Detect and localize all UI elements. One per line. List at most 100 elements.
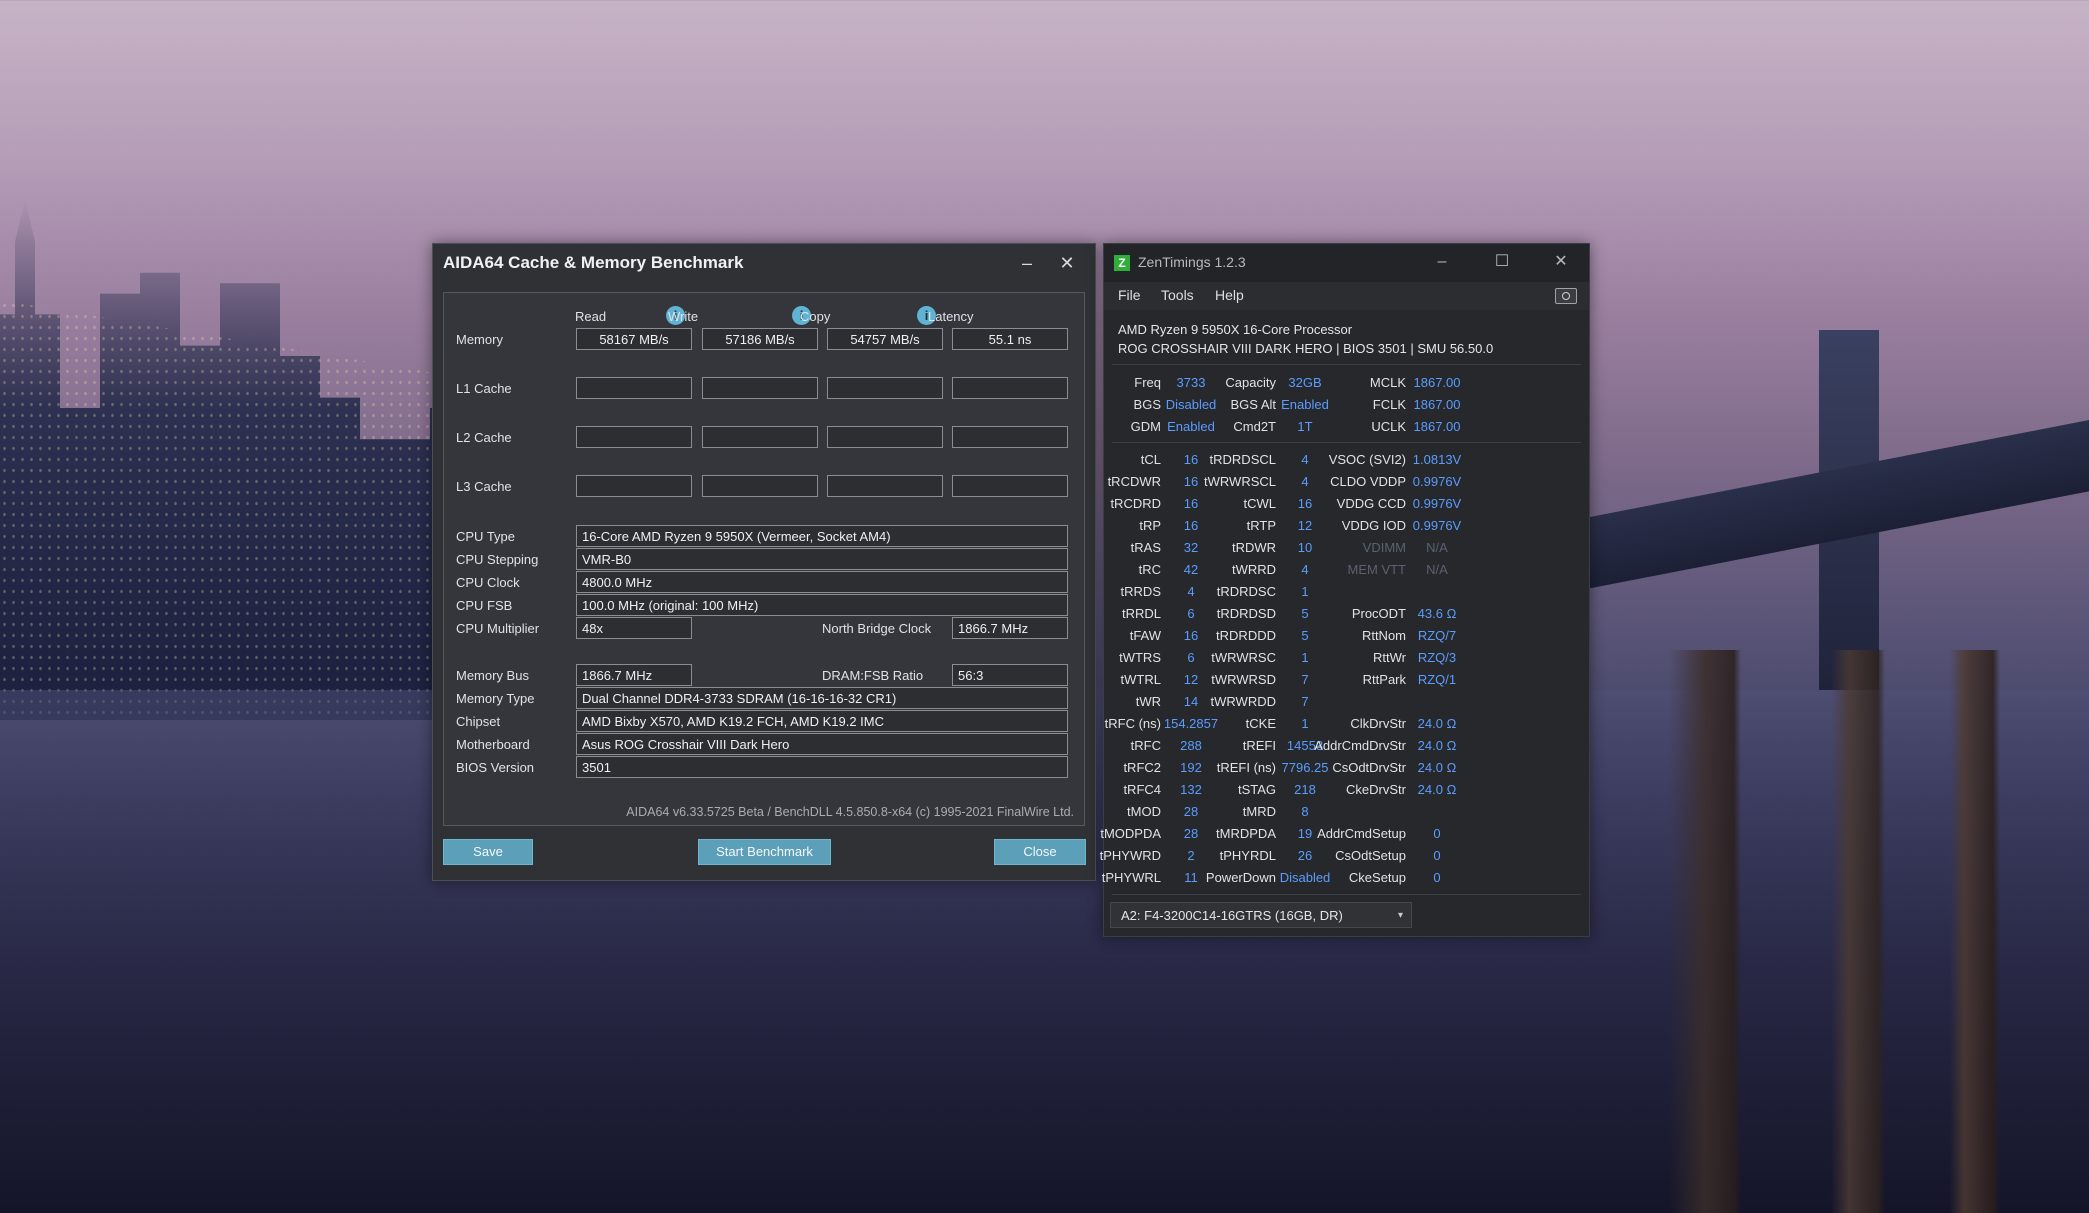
menu-file[interactable]: File (1118, 287, 1141, 303)
timing-label: ProcODT (1351, 606, 1406, 621)
timing-value: 0.9976V (1412, 518, 1462, 533)
column-read: Read (575, 309, 607, 324)
background-pier (1669, 650, 2029, 1213)
l2-read-value (576, 426, 692, 448)
dimm-select[interactable]: A2: F4-3200C14-16GTRS (16GB, DR) ▾ (1110, 902, 1412, 928)
menu-bar: File Tools Help (1104, 282, 1589, 310)
timing-value: 7 (1301, 694, 1309, 709)
timing-value: 1867.00 (1413, 397, 1461, 412)
memory-type-label: Memory Type (456, 691, 535, 706)
column-write: Write (668, 309, 699, 324)
timing-value: N/A (1426, 540, 1448, 555)
timing-label: tRDRDSCL (1209, 452, 1276, 467)
l1-read-value (576, 377, 692, 399)
aida64-footer: AIDA64 v6.33.5725 Beta / BenchDLL 4.5.85… (626, 805, 1074, 819)
timing-label: tMRDPDA (1216, 826, 1276, 841)
memory-type-value: Dual Channel DDR4-3733 SDRAM (16-16-16-3… (576, 687, 1068, 709)
timing-label: tRC (1138, 562, 1161, 577)
cpu-clock-value: 4800.0 MHz (576, 571, 1068, 593)
chevron-down-icon[interactable]: ▾ (1398, 903, 1403, 929)
column-copy: Copy (800, 309, 831, 324)
cpu-fsb-value: 100.0 MHz (original: 100 MHz) (576, 594, 1068, 616)
minimize-button[interactable]: – (1007, 248, 1047, 278)
save-button[interactable]: Save (443, 839, 533, 865)
memory-bus-value: 1866.7 MHz (576, 664, 692, 686)
timing-label: tRFC4 (1123, 782, 1161, 797)
background-city-lights (0, 300, 500, 720)
timing-label: tRAS (1130, 540, 1161, 555)
timing-label: VDDG CCD (1336, 496, 1406, 511)
close-window-button[interactable]: ✕ (1047, 248, 1087, 278)
menu-tools[interactable]: Tools (1161, 287, 1194, 303)
timing-value: N/A (1426, 562, 1448, 577)
aida64-titlebar[interactable]: AIDA64 Cache & Memory Benchmark – ✕ (433, 244, 1095, 284)
l3-copy-value (827, 475, 943, 497)
timing-value: RZQ/3 (1417, 650, 1457, 665)
timing-label: MEM VTT (1347, 562, 1407, 577)
zentimings-title: ZenTimings 1.2.3 (1138, 254, 1246, 270)
timing-label: ClkDrvStr (1350, 716, 1406, 731)
board-info: ROG CROSSHAIR VIII DARK HERO | BIOS 3501… (1118, 341, 1494, 356)
timing-label: UCLK (1371, 419, 1406, 434)
timing-label: MCLK (1369, 375, 1406, 390)
timing-label: tRDRDSC (1216, 584, 1276, 599)
maximize-button[interactable]: ☐ (1482, 248, 1522, 276)
timing-label: AddrCmdDrvStr (1314, 738, 1406, 753)
cpu-multiplier-value: 48x (576, 617, 692, 639)
dimm-select-value: A2: F4-3200C14-16GTRS (16GB, DR) (1121, 908, 1343, 923)
timing-label: tREFI (1242, 738, 1276, 753)
timing-label: tMODPDA (1100, 826, 1161, 841)
motherboard-value: Asus ROG Crosshair VIII Dark Hero (576, 733, 1068, 755)
timing-label: tSTAG (1237, 782, 1276, 797)
timing-label: FCLK (1372, 397, 1406, 412)
timing-label: BGS Alt (1230, 397, 1276, 412)
timing-label: CkeSetup (1348, 870, 1406, 885)
timing-value: 43.6 Ω (1417, 606, 1457, 621)
timing-label: tMOD (1127, 804, 1161, 819)
zentimings-titlebar[interactable]: Z ZenTimings 1.2.3 – ☐ ✕ (1104, 244, 1589, 282)
memory-bus-label: Memory Bus (456, 668, 529, 683)
timing-label: tPHYWRL (1101, 870, 1161, 885)
timing-label: tREFI (ns) (1216, 760, 1276, 775)
timing-value: 0.9976V (1412, 474, 1462, 489)
cpu-clock-label: CPU Clock (456, 575, 520, 590)
timing-value: 8 (1301, 804, 1309, 819)
timing-label: CLDO VDDP (1330, 474, 1406, 489)
cpu-fsb-label: CPU FSB (456, 598, 513, 613)
timing-value: RZQ/1 (1417, 672, 1457, 687)
timing-label: Cmd2T (1233, 419, 1276, 434)
timing-label: Freq (1134, 375, 1161, 390)
timing-label: CkeDrvStr (1346, 782, 1406, 797)
l1-copy-value (827, 377, 943, 399)
bios-version-value: 3501 (576, 756, 1068, 778)
timing-label: tRRDL (1121, 606, 1161, 621)
background-bridge-tower (1819, 330, 1879, 690)
aida64-window: AIDA64 Cache & Memory Benchmark – ✕ Read… (432, 243, 1096, 881)
menu-help[interactable]: Help (1215, 287, 1244, 303)
timing-label: VDDG IOD (1341, 518, 1406, 533)
cpu-multiplier-label: CPU Multiplier (456, 621, 540, 636)
timing-label: tRP (1139, 518, 1161, 533)
timing-value: 24.0 Ω (1417, 760, 1457, 775)
timing-label: tWRWRSC (1211, 650, 1276, 665)
timing-label: CsOdtDrvStr (1332, 760, 1406, 775)
timing-label: tRTP (1246, 518, 1276, 533)
start-benchmark-button[interactable]: Start Benchmark (698, 839, 831, 865)
timing-label: tRRDS (1120, 584, 1161, 599)
close-window-button[interactable]: ✕ (1541, 248, 1581, 276)
bios-version-label: BIOS Version (456, 760, 535, 775)
timing-value: 1867.00 (1413, 375, 1461, 390)
minimize-button[interactable]: – (1422, 248, 1462, 276)
timing-label: RttPark (1362, 672, 1406, 687)
memory-latency-value: 55.1 ns (952, 328, 1068, 350)
screenshot-camera-icon[interactable] (1555, 288, 1577, 304)
cpu-type-label: CPU Type (456, 529, 516, 544)
divider (1112, 442, 1581, 443)
timing-value: 0.9976V (1412, 496, 1462, 511)
timing-label: RttNom (1361, 628, 1406, 643)
timing-label: tWRWRSCL (1204, 474, 1276, 489)
timing-label: tWTRL (1120, 672, 1161, 687)
timing-value: 24.0 Ω (1417, 782, 1457, 797)
l2-write-value (702, 426, 818, 448)
timing-label: tWRWRSD (1211, 672, 1276, 687)
